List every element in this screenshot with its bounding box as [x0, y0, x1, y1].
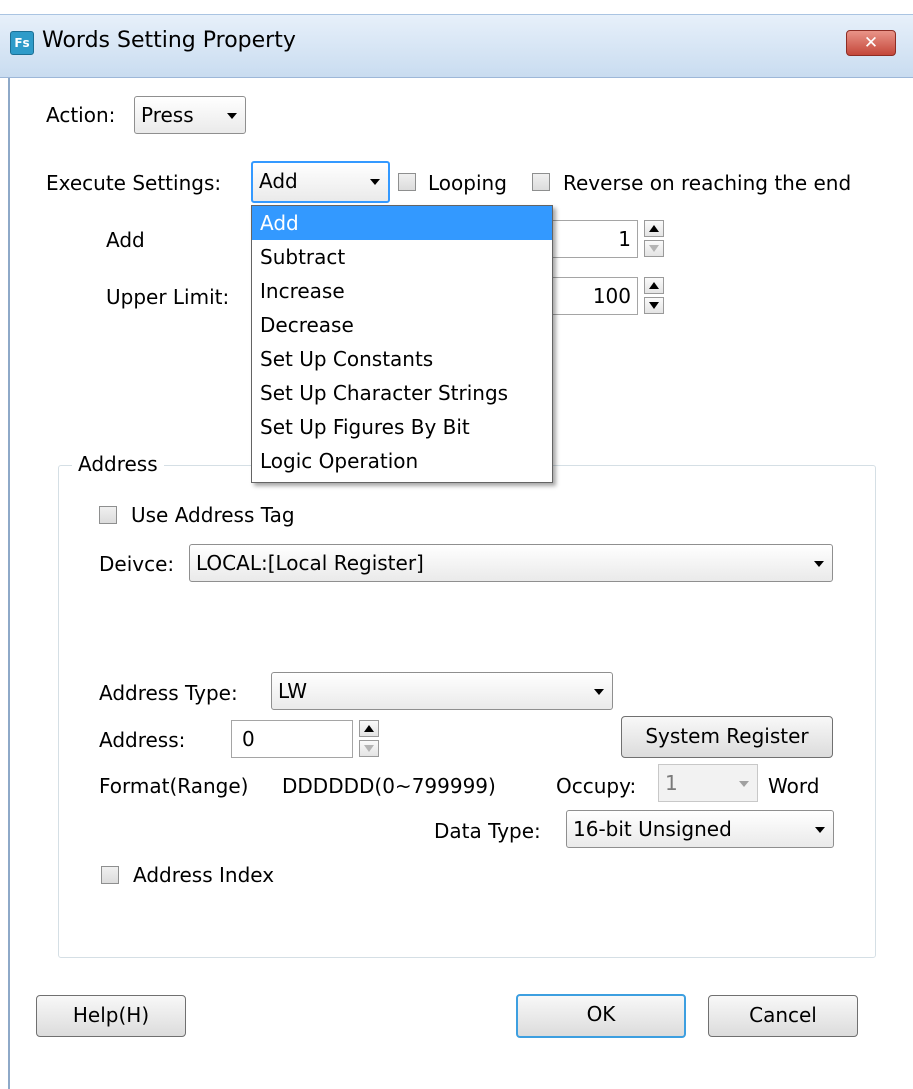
data-type-select[interactable]: 16-bit Unsigned: [566, 810, 834, 848]
add-value-input[interactable]: 1: [548, 220, 638, 258]
action-select[interactable]: Press: [134, 96, 246, 134]
dropdown-option-set-up-constants[interactable]: Set Up Constants: [252, 342, 552, 376]
address-label: Address:: [99, 728, 186, 752]
format-label: Format(Range): [99, 774, 249, 798]
occupy-label: Occupy:: [556, 774, 637, 798]
device-select[interactable]: LOCAL:[Local Register]: [189, 544, 833, 582]
execute-settings-value: Add: [259, 169, 298, 193]
add-spin-down[interactable]: [644, 240, 664, 257]
occupy-select[interactable]: 1: [658, 764, 758, 802]
window-title: Words Setting Property: [42, 28, 296, 53]
upper-limit-label: Upper Limit:: [106, 285, 230, 309]
format-value: DDDDDD(0~799999): [282, 774, 496, 798]
add-spin-up[interactable]: [644, 220, 664, 237]
address-index-label: Address Index: [133, 863, 275, 887]
upper-limit-spin-down[interactable]: [644, 297, 664, 314]
chevron-down-icon: [739, 781, 749, 787]
address-spin-up[interactable]: [359, 720, 379, 737]
arrow-down-icon: [649, 245, 659, 252]
action-label: Action:: [46, 103, 116, 127]
reverse-label: Reverse on reaching the end: [563, 171, 852, 195]
execute-settings-select[interactable]: Add: [251, 161, 390, 203]
chevron-down-icon: [227, 113, 237, 119]
window-left-border: [8, 78, 10, 1089]
dropdown-option-logic-operation[interactable]: Logic Operation: [252, 444, 552, 478]
upper-limit-input[interactable]: 100: [548, 277, 638, 315]
device-label: Deivce:: [99, 552, 175, 576]
chevron-down-icon: [814, 561, 824, 567]
address-type-value: LW: [278, 679, 308, 703]
reverse-checkbox[interactable]: [532, 173, 550, 191]
help-button[interactable]: Help(H): [36, 995, 186, 1037]
looping-label: Looping: [428, 171, 507, 195]
chevron-down-icon: [815, 827, 825, 833]
execute-settings-label: Execute Settings:: [46, 171, 222, 195]
address-type-label: Address Type:: [99, 681, 238, 705]
action-select-value: Press: [141, 103, 194, 127]
address-type-select[interactable]: LW: [271, 672, 613, 710]
use-address-tag-checkbox[interactable]: [99, 506, 117, 524]
add-label: Add: [106, 228, 145, 252]
system-register-button[interactable]: System Register: [621, 716, 833, 758]
upper-limit-spin-up[interactable]: [644, 277, 664, 294]
app-icon: Fs: [10, 31, 34, 55]
ok-button[interactable]: OK: [516, 994, 686, 1038]
dropdown-option-set-up-character-strings[interactable]: Set Up Character Strings: [252, 376, 552, 410]
dropdown-option-add[interactable]: Add: [252, 206, 552, 240]
chevron-down-icon: [594, 689, 604, 695]
data-type-label: Data Type:: [434, 819, 541, 843]
occupy-value: 1: [665, 771, 678, 795]
close-button[interactable]: ✕: [846, 30, 896, 56]
arrow-down-icon: [649, 302, 659, 309]
dropdown-option-increase[interactable]: Increase: [252, 274, 552, 308]
dropdown-option-set-up-figures-by-bit[interactable]: Set Up Figures By Bit: [252, 410, 552, 444]
dropdown-option-subtract[interactable]: Subtract: [252, 240, 552, 274]
data-type-value: 16-bit Unsigned: [573, 817, 732, 841]
cancel-button[interactable]: Cancel: [708, 995, 858, 1037]
arrow-up-icon: [364, 725, 374, 732]
chevron-down-icon: [370, 179, 380, 185]
address-spin-down[interactable]: [359, 740, 379, 757]
device-select-value: LOCAL:[Local Register]: [196, 551, 424, 575]
address-group-title: Address: [72, 452, 164, 476]
address-index-checkbox[interactable]: [101, 866, 119, 884]
occupy-unit: Word: [768, 774, 820, 798]
execute-settings-dropdown: Add Subtract Increase Decrease Set Up Co…: [251, 205, 553, 483]
dropdown-option-decrease[interactable]: Decrease: [252, 308, 552, 342]
arrow-up-icon: [649, 225, 659, 232]
arrow-up-icon: [649, 282, 659, 289]
use-address-tag-label: Use Address Tag: [131, 503, 295, 527]
looping-checkbox[interactable]: [398, 173, 416, 191]
arrow-down-icon: [364, 745, 374, 752]
address-input[interactable]: 0: [231, 720, 353, 758]
